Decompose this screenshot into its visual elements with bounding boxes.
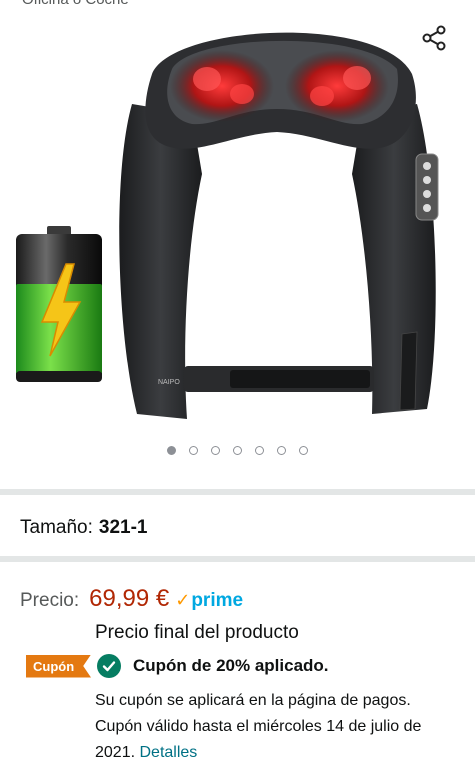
size-value: 321-1: [98, 517, 148, 538]
coupon-details-link[interactable]: Detalles: [140, 744, 198, 761]
pagination-dot[interactable]: [233, 446, 242, 455]
section-divider: [0, 556, 475, 562]
price-value: 69,99 €: [89, 585, 170, 612]
pagination-dot[interactable]: [189, 446, 198, 455]
price-label: Precio:: [20, 590, 80, 611]
size-selector[interactable]: Tamaño: 321-1: [20, 517, 147, 539]
pagination-dot[interactable]: [255, 446, 264, 455]
pagination-dot[interactable]: [211, 446, 220, 455]
size-label: Tamaño:: [20, 517, 93, 538]
coupon-row: Cupón Cupón de 20% aplicado.: [26, 654, 329, 678]
pagination-dot[interactable]: [277, 446, 286, 455]
final-price-note: Precio final del producto: [95, 622, 299, 643]
prime-check-icon: ✓: [175, 590, 191, 610]
battery-charging-icon: [16, 226, 102, 382]
share-button[interactable]: [418, 22, 450, 54]
section-divider: [0, 489, 475, 495]
price-row: Precio: 69,99 € ✓ prime: [20, 585, 243, 613]
coupon-note: Su cupón se aplicará en la página de pag…: [95, 688, 455, 766]
pagination-dot[interactable]: [299, 446, 308, 455]
image-pagination: [0, 446, 475, 455]
share-icon: [422, 25, 446, 51]
coupon-applied-text: Cupón de 20% aplicado.: [133, 656, 329, 675]
pagination-dot[interactable]: [167, 446, 176, 455]
prime-label: prime: [191, 590, 244, 611]
brand-label: NAIPO: [158, 379, 180, 386]
coupon-note-line1: Su cupón se aplicará en la página de pag…: [95, 692, 411, 709]
prime-badge: ✓ prime: [175, 590, 243, 612]
coupon-badge: Cupón: [26, 654, 91, 678]
check-circle-icon: [97, 654, 121, 678]
product-image-gallery[interactable]: NAIPO: [0, 0, 475, 455]
product-image-massager: NAIPO: [119, 32, 439, 419]
